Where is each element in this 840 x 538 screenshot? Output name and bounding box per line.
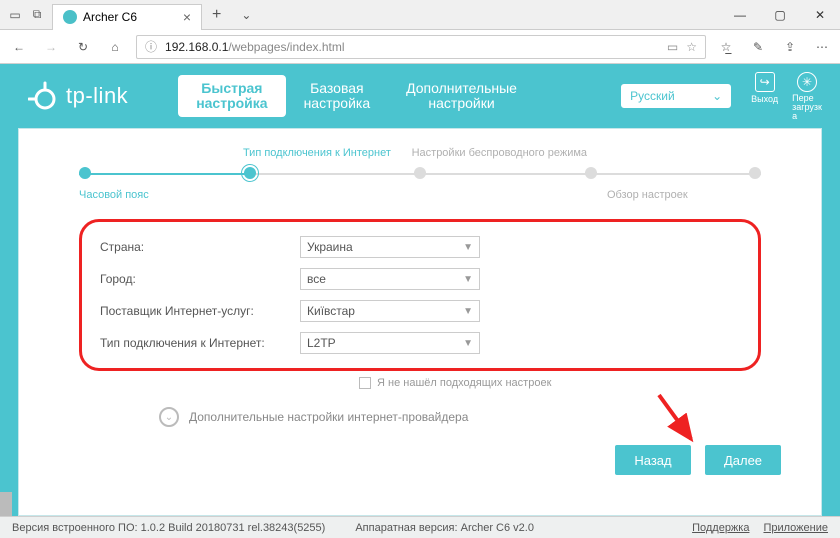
new-tab-button[interactable]: + (202, 6, 231, 24)
isp-advanced-label: Дополнительные настройки интернет-провай… (189, 410, 468, 424)
step-dot-1[interactable] (79, 167, 91, 179)
more-icon[interactable]: ⋯ (812, 40, 832, 54)
step-dot-4[interactable] (585, 167, 597, 179)
not-found-row: Я не нашёл подходящих настроек (79, 371, 761, 389)
isp-value: Київстар (307, 304, 355, 318)
step-label-timezone: Часовой пояс (79, 189, 241, 201)
step-dot-5[interactable] (749, 167, 761, 179)
favicon-icon (63, 10, 77, 24)
reboot-button[interactable]: ✳ Пере загрузк а (792, 72, 822, 121)
tab-title: Archer C6 (83, 10, 137, 24)
header-band: tp-link Быстрая настройка Базовая настро… (0, 64, 840, 128)
maximize-button[interactable]: ▢ (760, 0, 800, 30)
site-info-icon[interactable]: ⓘ (145, 38, 157, 55)
left-stub (0, 492, 12, 516)
language-select[interactable]: Русский ⌄ (621, 84, 731, 108)
tab-quick-setup[interactable]: Быстрая настройка (178, 75, 285, 118)
url-input[interactable]: ⓘ 192.168.0.1/webpages/index.html ▭ ☆ (136, 35, 706, 59)
wizard-buttons: Назад Далее (615, 445, 781, 475)
city-select[interactable]: все ▼ (300, 268, 480, 290)
reading-view-icon[interactable]: ▭ (667, 40, 678, 54)
logout-button[interactable]: ↪ Выход (751, 72, 778, 121)
minimize-button[interactable]: — (720, 0, 760, 30)
city-value: все (307, 272, 326, 286)
router-page: tp-link Быстрая настройка Базовая настро… (0, 64, 840, 538)
back-nav-button[interactable]: ← (8, 36, 30, 58)
logo-text: tp-link (66, 83, 128, 109)
tab-utility-icons: ▭ ⧉ (0, 6, 52, 24)
country-value: Украина (307, 240, 353, 254)
close-window-button[interactable]: ✕ (800, 0, 840, 30)
language-value: Русский (630, 89, 675, 103)
chevron-down-icon: ▼ (463, 338, 473, 349)
firmware-version: Версия встроенного ПО: 1.0.2 Build 20180… (12, 522, 325, 534)
isp-advanced-expander[interactable]: ⌄ Дополнительные настройки интернет-пров… (79, 389, 761, 427)
home-button[interactable]: ⌂ (104, 36, 126, 58)
star-icon[interactable]: ☆ (686, 40, 697, 54)
step-label-wireless: Настройки беспроводного режима (396, 147, 602, 159)
favorites-icon[interactable]: ☆̲ (716, 40, 736, 54)
app-link[interactable]: Приложение (763, 522, 828, 534)
browser-address-bar: ← → ↻ ⌂ ⓘ 192.168.0.1/webpages/index.htm… (0, 30, 840, 64)
browser-tab[interactable]: Archer C6 × (52, 4, 202, 30)
isp-select[interactable]: Київстар ▼ (300, 300, 480, 322)
step-label-summary: Обзор настроек (566, 189, 728, 201)
notes-icon[interactable]: ✎ (748, 40, 768, 54)
logo-icon (28, 81, 58, 111)
footer-bar: Версия встроенного ПО: 1.0.2 Build 20180… (0, 516, 840, 538)
stepper-track (79, 165, 761, 183)
city-label: Город: (100, 272, 290, 286)
country-select[interactable]: Украина ▼ (300, 236, 480, 258)
tab-chevron-icon[interactable]: ⌄ (231, 8, 261, 22)
forward-nav-button[interactable]: → (40, 36, 62, 58)
connection-type-label: Тип подключения к Интернет: (100, 336, 290, 350)
step-label-connection-type: Тип подключения к Интернет (238, 147, 397, 159)
logout-icon: ↪ (755, 72, 775, 92)
tabs-icon[interactable]: ▭ (6, 6, 24, 24)
not-found-label: Я не нашёл подходящих настроек (377, 377, 551, 389)
reboot-icon: ✳ (797, 72, 817, 92)
browser-titlebar: ▭ ⧉ Archer C6 × + ⌄ — ▢ ✕ (0, 0, 840, 30)
highlighted-form-box: Страна: Украина ▼ Город: все ▼ Поставщик… (79, 219, 761, 371)
close-tab-icon[interactable]: × (183, 9, 191, 25)
next-button[interactable]: Далее (705, 445, 781, 475)
connection-type-value: L2TP (307, 336, 336, 350)
step-dot-3[interactable] (414, 167, 426, 179)
wizard-card: Тип подключения к Интернет Настройки бес… (18, 128, 822, 516)
logo: tp-link (28, 81, 128, 111)
isp-label: Поставщик Интернет-услуг: (100, 304, 290, 318)
window-controls: — ▢ ✕ (720, 0, 840, 30)
chevron-down-circle-icon: ⌄ (159, 407, 179, 427)
url-host: 192.168.0.1 (165, 40, 228, 54)
hardware-version: Аппаратная версия: Archer C6 v2.0 (355, 522, 534, 534)
tab-preview-icon[interactable]: ⧉ (28, 6, 46, 24)
share-icon[interactable]: ⇪ (780, 40, 800, 54)
url-path: /webpages/index.html (228, 40, 344, 54)
stepper: Тип подключения к Интернет Настройки бес… (19, 129, 821, 209)
not-found-checkbox[interactable] (359, 377, 371, 389)
chevron-down-icon: ▼ (463, 306, 473, 317)
nav-tabs: Быстрая настройка Базовая настройка Допо… (178, 75, 535, 118)
back-button[interactable]: Назад (615, 445, 691, 475)
step-dot-2[interactable] (244, 167, 256, 179)
connection-type-select[interactable]: L2TP ▼ (300, 332, 480, 354)
support-link[interactable]: Поддержка (692, 522, 749, 534)
country-label: Страна: (100, 240, 290, 254)
refresh-button[interactable]: ↻ (72, 36, 94, 58)
top-actions: ↪ Выход ✳ Пере загрузк а (751, 72, 822, 121)
tab-advanced[interactable]: Дополнительные настройки (388, 75, 535, 118)
tab-basic-setup[interactable]: Базовая настройка (286, 75, 389, 118)
chevron-down-icon: ▼ (463, 274, 473, 285)
chevron-down-icon: ▼ (463, 242, 473, 253)
form-area: Страна: Украина ▼ Город: все ▼ Поставщик… (19, 209, 821, 427)
toolbar-icons: ☆̲ ✎ ⇪ ⋯ (716, 40, 832, 54)
chevron-down-icon: ⌄ (712, 89, 722, 103)
